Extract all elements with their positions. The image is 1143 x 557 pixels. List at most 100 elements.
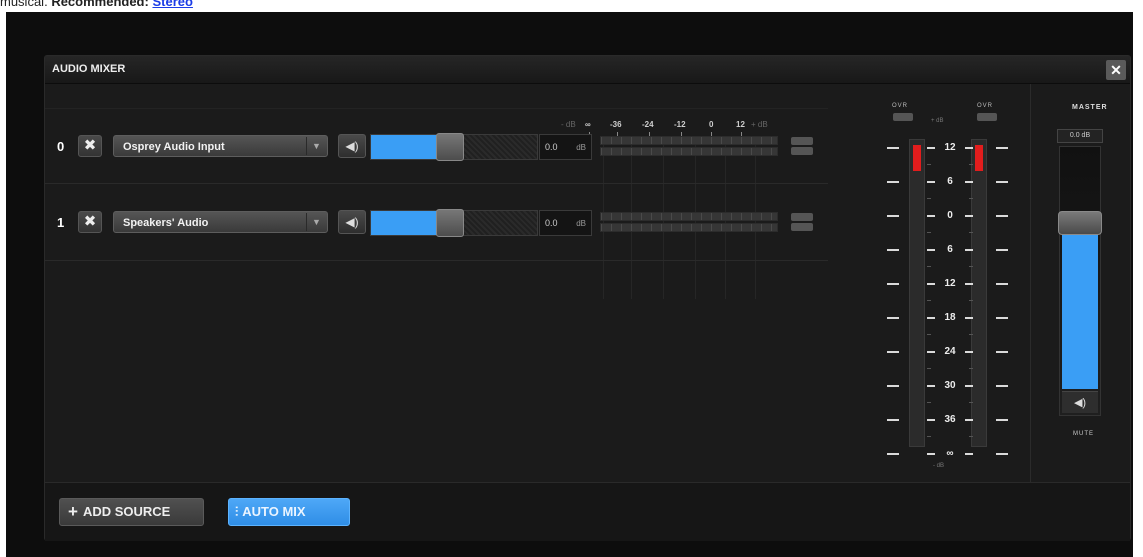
- remove-x-icon: ✖: [83, 213, 97, 230]
- meter-tick: [965, 385, 973, 387]
- remove-source-button[interactable]: ✖: [78, 211, 102, 233]
- clip-indicator: [913, 145, 921, 171]
- recommendation-label: Recommended:: [51, 0, 149, 9]
- meter-tick: [965, 249, 973, 251]
- auto-mix-button[interactable]: ⫶ AUTO MIX: [228, 498, 350, 526]
- output-level-meter: OVR OVR + dB 12 6 0 6 12 18 24 30 36 ∞ - dB: [875, 96, 1025, 476]
- master-title: MASTER: [1072, 104, 1108, 111]
- meter-minor-tick: [927, 266, 931, 267]
- meter-minor-tick: [969, 198, 973, 199]
- meter-tick: [887, 215, 899, 217]
- master-mute-button[interactable]: ◀): [1062, 391, 1098, 413]
- volume-slider[interactable]: [370, 133, 538, 161]
- master-fader[interactable]: ◀): [1058, 146, 1102, 416]
- meter-tick: [996, 385, 1008, 387]
- meter-tick: [887, 419, 899, 421]
- channel-mute-button[interactable]: ◀): [338, 134, 366, 158]
- meter-level-label: ∞: [946, 448, 954, 459]
- title-bar: AUDIO MIXER ✕: [45, 56, 1130, 84]
- master-knob[interactable]: [1058, 211, 1102, 235]
- volume-knob[interactable]: [436, 209, 465, 237]
- meter-minor-tick: [969, 334, 973, 335]
- auto-mix-label: AUTO MIX: [242, 504, 306, 519]
- channel-mute-button[interactable]: ◀): [338, 210, 366, 234]
- meter-tick: [996, 215, 1008, 217]
- channel-db-field[interactable]: 0.0 dB: [539, 134, 592, 160]
- channel-option-button[interactable]: [791, 213, 813, 221]
- meter-level-label: 6: [947, 244, 953, 255]
- remove-source-button[interactable]: ✖: [78, 135, 102, 157]
- channel-index: 0: [57, 139, 65, 154]
- channel-level-meter: [600, 212, 778, 234]
- channel-area: - dB ∞ -36 -24 -12 0 12 + dB 0 ✖ Osprey …: [45, 84, 828, 481]
- plus-icon: +: [68, 502, 78, 521]
- footer-toolbar: + ADD SOURCE ⫶ AUTO MIX: [45, 482, 1130, 541]
- meter-tick: [965, 215, 973, 217]
- meter-tick: [996, 317, 1008, 319]
- volume-knob[interactable]: [436, 133, 465, 161]
- meter-tick: [965, 453, 973, 455]
- meter-minor-tick: [927, 436, 931, 437]
- meter-level-label: 12: [944, 278, 956, 289]
- meter-tick: [887, 351, 899, 353]
- meter-tick: [996, 351, 1008, 353]
- db-value: 0.0: [545, 218, 558, 228]
- meter-bar-right: [600, 147, 778, 156]
- channel-option-button[interactable]: [791, 137, 813, 145]
- meter-minor-tick: [969, 300, 973, 301]
- ovr-label-right: OVR: [977, 103, 994, 109]
- meter-tick: [965, 147, 973, 149]
- stereo-link[interactable]: Stereo: [152, 0, 192, 9]
- channel-db-field[interactable]: 0.0 dB: [539, 210, 592, 236]
- ovr-reset-left[interactable]: [893, 113, 913, 121]
- meter-minor-tick: [969, 436, 973, 437]
- meter-level-label: 36: [944, 414, 956, 425]
- window-title: AUDIO MIXER: [52, 63, 126, 75]
- channel-option-button[interactable]: [791, 223, 813, 231]
- channel-row: 1 ✖ Speakers' Audio ▼ ◀) 0.0 dB: [45, 185, 828, 261]
- add-source-button[interactable]: + ADD SOURCE: [59, 498, 204, 526]
- close-button[interactable]: ✕: [1106, 60, 1126, 80]
- meter-tick: [996, 147, 1008, 149]
- meter-tick: [887, 147, 899, 149]
- clip-indicator: [975, 145, 983, 171]
- meter-minor-tick: [969, 266, 973, 267]
- meter-tick: [965, 317, 973, 319]
- meter-bar-left: [600, 136, 778, 145]
- remove-x-icon: ✖: [83, 137, 97, 154]
- meter-tick: [996, 453, 1008, 455]
- speaker-icon: ◀): [345, 139, 359, 153]
- master-fill: [1062, 235, 1098, 389]
- ovr-reset-right[interactable]: [977, 113, 997, 121]
- meter-level-label: 18: [944, 312, 956, 323]
- db-value: 0.0: [545, 142, 558, 152]
- meter-tick: [965, 419, 973, 421]
- meter-minor-tick: [927, 300, 931, 301]
- add-source-label: ADD SOURCE: [82, 504, 171, 519]
- db-unit: dB: [576, 143, 586, 152]
- meter-tick: [887, 385, 899, 387]
- master-divider: [1030, 84, 1031, 482]
- meter-tick: [887, 453, 899, 455]
- volume-slider[interactable]: [370, 209, 538, 237]
- source-select[interactable]: Osprey Audio Input ▼: [113, 135, 328, 157]
- meter-minor-tick: [969, 164, 973, 165]
- db-unit: dB: [576, 219, 586, 228]
- master-db-field[interactable]: 0.0 dB: [1057, 129, 1103, 143]
- meter-tick: [965, 283, 973, 285]
- audio-mixer-window: AUDIO MIXER ✕ - dB ∞ -36 -24 -12 0 12 + …: [44, 55, 1131, 541]
- channel-option-button[interactable]: [791, 147, 813, 155]
- header-prefix: musical.: [0, 0, 48, 9]
- meter-tick: [927, 385, 935, 387]
- source-select[interactable]: Speakers' Audio ▼: [113, 211, 328, 233]
- meter-minor-tick: [927, 368, 931, 369]
- meter-level-label: 30: [944, 380, 956, 391]
- master-section: MASTER 0.0 dB ◀) MUTE: [1035, 84, 1130, 482]
- speaker-icon: ◀): [1073, 397, 1087, 409]
- meter-tick: [887, 181, 899, 183]
- meter-bar-right: [600, 223, 778, 232]
- meter-tick: [996, 283, 1008, 285]
- meter-level-label: 24: [944, 346, 956, 357]
- meter-tick: [927, 249, 935, 251]
- meter-tick: [996, 419, 1008, 421]
